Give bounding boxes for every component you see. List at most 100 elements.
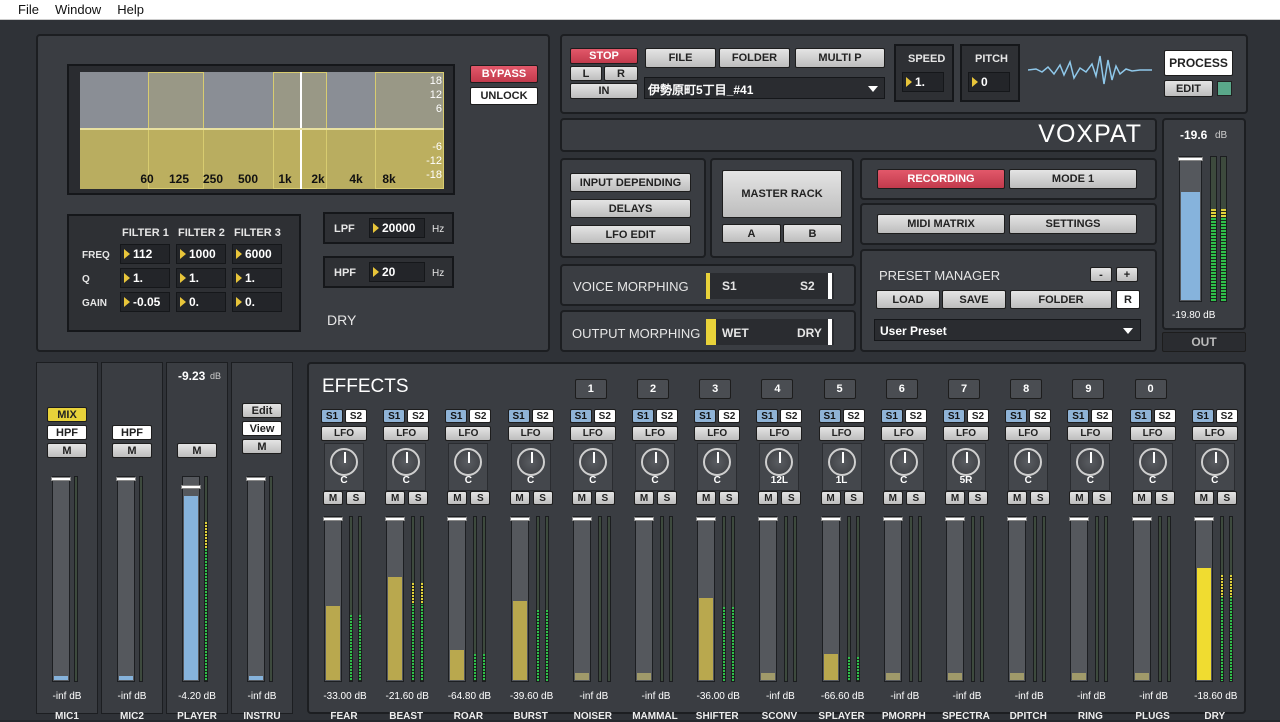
input-view-button[interactable]: View: [242, 421, 282, 436]
fx-slot-number[interactable]: 7: [948, 379, 980, 399]
fx-slot-number[interactable]: 0: [1134, 379, 1167, 399]
fx-lfo-button[interactable]: LFO: [445, 426, 492, 441]
fx-s2-button[interactable]: S2: [345, 409, 367, 423]
fx-lfo-button[interactable]: LFO: [1005, 426, 1052, 441]
menu-help[interactable]: Help: [117, 2, 144, 17]
fx-lfo-button[interactable]: LFO: [756, 426, 803, 441]
fx-fader[interactable]: [1193, 516, 1214, 682]
preset-folder-button[interactable]: FOLDER: [1010, 290, 1112, 309]
hpf-field[interactable]: 20: [369, 262, 425, 282]
fx-s1-button[interactable]: S1: [569, 409, 592, 423]
pitch-field[interactable]: 0: [968, 72, 1010, 92]
fx-slot-number[interactable]: 1: [574, 379, 607, 399]
filter-value-field[interactable]: 1000: [176, 244, 226, 264]
out-fader[interactable]: [1178, 156, 1203, 302]
fx-lfo-button[interactable]: LFO: [321, 426, 367, 441]
fx-s1-button[interactable]: S1: [383, 409, 406, 423]
fx-fader[interactable]: [634, 516, 654, 682]
stop-button[interactable]: STOP: [570, 48, 638, 64]
fx-s2-button[interactable]: S2: [1153, 409, 1176, 423]
input-m-button[interactable]: M: [177, 443, 217, 458]
fx-pan-knob[interactable]: [641, 448, 669, 476]
fx-lfo-button[interactable]: LFO: [569, 426, 616, 441]
fx-solo-button[interactable]: S: [1216, 491, 1237, 505]
filter-value-field[interactable]: 6000: [232, 244, 282, 264]
fx-mute-button[interactable]: M: [634, 491, 654, 505]
fx-lfo-button[interactable]: LFO: [1067, 426, 1114, 441]
fx-s1-button[interactable]: S1: [507, 409, 530, 423]
fx-fader[interactable]: [820, 516, 841, 682]
input-fader[interactable]: [51, 476, 71, 682]
rack-b-button[interactable]: B: [783, 224, 842, 243]
process-button[interactable]: PROCESS: [1164, 50, 1233, 76]
fx-s2-button[interactable]: S2: [407, 409, 430, 423]
input-fader[interactable]: [246, 476, 266, 682]
fx-s2-button[interactable]: S2: [1091, 409, 1114, 423]
input-hpf-button[interactable]: HPF: [47, 425, 87, 440]
fx-s2-button[interactable]: S2: [904, 409, 927, 423]
fx-mute-button[interactable]: M: [1007, 491, 1028, 505]
fx-fader[interactable]: [758, 516, 779, 682]
fx-s2-button[interactable]: S2: [656, 409, 678, 423]
input-m-button[interactable]: M: [112, 443, 152, 458]
input-fader[interactable]: [181, 476, 201, 682]
fx-pan-knob[interactable]: [889, 448, 918, 476]
filter-value-field[interactable]: 0.: [232, 292, 282, 312]
fx-fader[interactable]: [1069, 516, 1090, 682]
out-button[interactable]: OUT: [1162, 332, 1246, 352]
fx-mute-button[interactable]: M: [323, 491, 343, 505]
fx-s1-button[interactable]: S1: [1005, 409, 1028, 423]
fx-mute-button[interactable]: M: [696, 491, 717, 505]
fx-s1-button[interactable]: S1: [1129, 409, 1152, 423]
fx-mute-button[interactable]: M: [385, 491, 406, 505]
fx-fader[interactable]: [447, 516, 468, 682]
output-morph-slider[interactable]: WET DRY: [706, 319, 834, 345]
input-depending-button[interactable]: INPUT DEPENDING: [570, 173, 691, 192]
fx-s1-button[interactable]: S1: [818, 409, 841, 423]
fx-slot-number[interactable]: 6: [885, 379, 918, 399]
filter-value-field[interactable]: 1.: [232, 268, 282, 288]
file-select[interactable]: 伊勢原町5丁目_#41: [644, 77, 885, 99]
fx-s1-button[interactable]: S1: [943, 409, 965, 423]
fx-mute-button[interactable]: M: [1131, 491, 1152, 505]
fx-s1-button[interactable]: S1: [1067, 409, 1090, 423]
fx-s2-button[interactable]: S2: [780, 409, 803, 423]
fx-fader[interactable]: [385, 516, 406, 682]
left-channel-button[interactable]: L: [570, 66, 602, 81]
fx-pan-knob[interactable]: [1138, 448, 1167, 476]
fx-solo-button[interactable]: S: [470, 491, 491, 505]
fx-pan-knob[interactable]: [703, 448, 732, 476]
fx-lfo-button[interactable]: LFO: [880, 426, 927, 441]
fx-solo-button[interactable]: S: [905, 491, 926, 505]
fx-solo-button[interactable]: S: [719, 491, 740, 505]
preset-plus-button[interactable]: +: [1116, 267, 1138, 282]
lpf-field[interactable]: 20000: [369, 218, 425, 238]
fx-fader[interactable]: [696, 516, 717, 682]
filter-value-field[interactable]: 1.: [120, 268, 170, 288]
fx-lfo-button[interactable]: LFO: [943, 426, 989, 441]
fx-lfo-button[interactable]: LFO: [694, 426, 741, 441]
edit-button[interactable]: EDIT: [1164, 80, 1213, 97]
input-m-button[interactable]: M: [47, 443, 87, 458]
fx-mute-button[interactable]: M: [447, 491, 468, 505]
fx-slot-number[interactable]: 4: [761, 379, 794, 399]
fx-lfo-button[interactable]: LFO: [632, 426, 678, 441]
fx-lfo-button[interactable]: LFO: [818, 426, 865, 441]
fx-pan-knob[interactable]: [827, 448, 856, 476]
file-button[interactable]: FILE: [645, 48, 716, 68]
preset-select[interactable]: User Preset: [874, 319, 1141, 341]
input-edit-button[interactable]: Edit: [242, 403, 282, 418]
speed-field[interactable]: 1.: [902, 72, 944, 92]
rack-a-button[interactable]: A: [722, 224, 781, 243]
save-button[interactable]: SAVE: [942, 290, 1006, 309]
voice-morph-slider[interactable]: S1 S2: [706, 273, 834, 299]
fx-mute-button[interactable]: M: [571, 491, 592, 505]
fx-mute-button[interactable]: M: [758, 491, 779, 505]
input-button[interactable]: IN: [570, 83, 638, 99]
fx-fader[interactable]: [945, 516, 965, 682]
settings-button[interactable]: SETTINGS: [1009, 214, 1137, 234]
preset-r-button[interactable]: R: [1116, 290, 1140, 309]
fx-solo-button[interactable]: S: [1030, 491, 1051, 505]
fx-s2-button[interactable]: S2: [531, 409, 554, 423]
fx-slot-number[interactable]: 3: [699, 379, 732, 399]
